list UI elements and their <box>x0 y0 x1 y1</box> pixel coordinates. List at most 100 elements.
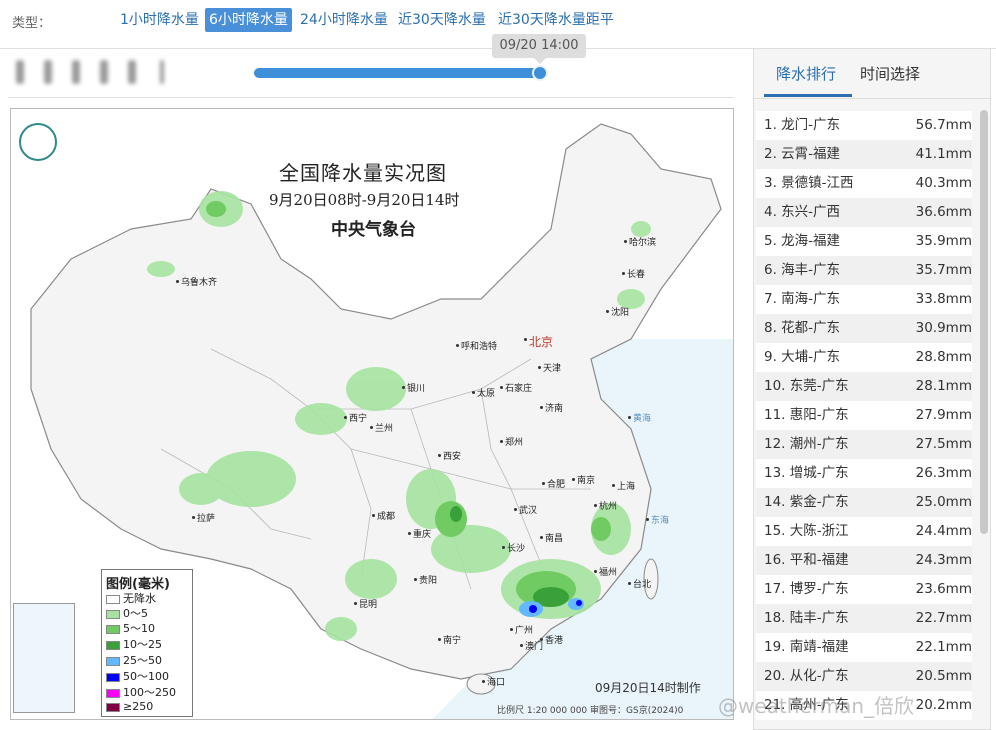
ranking-row: 7. 南海-广东 33.8mm <box>756 285 972 314</box>
city-label: 澳门 <box>519 639 543 652</box>
tab-time-select[interactable]: 时间选择 <box>860 63 920 84</box>
ranking-station: 2. 云霄-福建 <box>764 146 841 162</box>
legend-item: 100～250 <box>106 684 176 700</box>
ranking-station: 5. 龙海-福建 <box>764 233 841 249</box>
ranking-row: 5. 龙海-福建 35.9mm <box>756 227 972 256</box>
city-label: 天津 <box>537 361 561 374</box>
ranking-station: 1. 龙门-广东 <box>764 117 841 133</box>
city-label: 昆明 <box>353 597 377 610</box>
ranking-station: 16. 平和-福建 <box>764 552 849 568</box>
divider <box>754 98 990 99</box>
ranking-value: 20.5mm <box>915 668 972 684</box>
city-label: 哈尔滨 <box>623 235 656 248</box>
ranking-station: 11. 惠阳-广东 <box>764 407 849 423</box>
ranking-value: 40.3mm <box>915 175 972 191</box>
ranking-value: 27.9mm <box>915 407 972 423</box>
city-label: 沈阳 <box>605 305 629 318</box>
legend-item: 50～100 <box>106 668 169 684</box>
ranking-value: 33.8mm <box>915 291 972 307</box>
ranking-row: 19. 南靖-福建 22.1mm <box>756 633 972 662</box>
map-subtitle: 9月20日08时-9月20日14时 <box>269 191 460 209</box>
city-label: 合肥 <box>541 477 565 490</box>
tooltip-arrow <box>534 58 546 64</box>
time-tooltip: 09/20 14:00 <box>492 34 586 58</box>
city-label: 海口 <box>481 675 505 688</box>
map-scale: 比例尺 1:20 000 000 审图号：GS京(2024)0 <box>497 706 684 716</box>
tab-30d-precip[interactable]: 近30天降水量 <box>394 8 490 32</box>
city-label: 北京 <box>523 335 554 349</box>
ranking-station: 9. 大埔-广东 <box>764 349 841 365</box>
city-label: 成都 <box>371 509 395 522</box>
ranking-row: 9. 大埔-广东 28.8mm <box>756 343 972 372</box>
ranking-value: 35.7mm <box>915 262 972 278</box>
ranking-value: 28.1mm <box>915 378 972 394</box>
ranking-value: 27.5mm <box>915 436 972 452</box>
south-china-sea-inset <box>13 603 75 713</box>
ranking-station: 12. 潮州-广东 <box>764 436 849 452</box>
map-made-time: 09月20日14时制作 <box>595 681 701 695</box>
city-label: 南昌 <box>539 531 563 544</box>
ranking-row: 16. 平和-福建 24.3mm <box>756 546 972 575</box>
ranking-value: 26.3mm <box>915 465 972 481</box>
ranking-list[interactable]: 1. 龙门-广东 56.7mm 2. 云霄-福建 41.1mm 3. 景德镇-江西 40.… <box>756 111 974 729</box>
precipitation-map: 全国降水量实况图 9月20日08时-9月20日14时 中央气象台 乌鲁木齐 哈尔… <box>10 108 734 720</box>
ranking-row: 18. 陆丰-广东 22.7mm <box>756 604 972 633</box>
city-label: 拉萨 <box>191 511 215 524</box>
ranking-value: 30.9mm <box>915 320 972 336</box>
city-label: 郑州 <box>499 435 523 448</box>
ranking-station: 10. 东莞-广东 <box>764 378 849 394</box>
city-label: 济南 <box>539 401 563 414</box>
ranking-row: 4. 东兴-广西 36.6mm <box>756 198 972 227</box>
city-label: 南宁 <box>437 633 461 646</box>
city-label: 乌鲁木齐 <box>175 275 217 288</box>
city-label: 重庆 <box>407 527 431 540</box>
tab-6h-precip[interactable]: 6小时降水量 <box>205 8 292 32</box>
ranking-station: 3. 景德镇-江西 <box>764 175 854 191</box>
city-label: 西宁 <box>343 411 367 424</box>
ranking-station: 18. 陆丰-广东 <box>764 610 849 626</box>
city-label: 南京 <box>571 473 595 486</box>
legend-item: ≥250 <box>106 700 153 716</box>
ranking-value: 20.2mm <box>915 697 972 713</box>
ranking-scrollbar[interactable] <box>980 110 988 534</box>
ranking-value: 35.9mm <box>915 233 972 249</box>
ranking-row: 10. 东莞-广东 28.1mm <box>756 372 972 401</box>
ranking-value: 56.7mm <box>915 117 972 133</box>
legend-item: 5～10 <box>106 620 155 636</box>
ranking-row: 6. 海丰-广东 35.7mm <box>756 256 972 285</box>
city-label: 贵阳 <box>413 573 437 586</box>
legend-item: 0～5 <box>106 605 148 621</box>
tab-24h-precip[interactable]: 24小时降水量 <box>296 8 392 32</box>
tab-precip-ranking[interactable]: 降水排行 <box>776 63 836 84</box>
tab-30d-anomaly[interactable]: 近30天降水量距平 <box>494 8 618 32</box>
ranking-station: 6. 海丰-广东 <box>764 262 841 278</box>
ranking-station: 20. 从化-广东 <box>764 668 849 684</box>
city-label: 长沙 <box>501 541 525 554</box>
ranking-station: 4. 东兴-广西 <box>764 204 841 220</box>
type-label: 类型： <box>12 16 52 31</box>
city-label: 西安 <box>437 449 461 462</box>
ranking-station: 14. 紫金-广东 <box>764 494 849 510</box>
ranking-row: 11. 惠阳-广东 27.9mm <box>756 401 972 430</box>
city-label: 长春 <box>621 267 645 280</box>
ranking-row: 20. 从化-广东 20.5mm <box>756 662 972 691</box>
ranking-station: 15. 大陈-浙江 <box>764 523 849 539</box>
ranking-row: 3. 景德镇-江西 40.3mm <box>756 169 972 198</box>
legend-item: 10～25 <box>106 636 162 652</box>
ranking-station: 8. 花都-广东 <box>764 320 841 336</box>
city-label: 台北 <box>627 577 651 590</box>
ranking-value: 23.6mm <box>915 581 972 597</box>
city-label: 杭州 <box>593 499 617 512</box>
city-label: 香港 <box>539 633 563 646</box>
city-label: 武汉 <box>513 503 537 516</box>
ranking-station: 17. 博罗-广东 <box>764 581 849 597</box>
city-label: 石家庄 <box>499 381 532 394</box>
watermark: @weatherman_倍欣 <box>718 694 915 718</box>
right-tabs: 降水排行 时间选择 <box>754 49 990 99</box>
ranking-station: 13. 增城-广东 <box>764 465 849 481</box>
map-legend: 图例(毫米) 无降水 0～5 5～10 10～25 25～50 50～100 1… <box>101 569 193 717</box>
time-slider-handle[interactable] <box>532 65 548 81</box>
tab-1h-precip[interactable]: 1小时降水量 <box>116 8 203 32</box>
time-slider-track[interactable] <box>254 68 542 78</box>
ranking-value: 22.7mm <box>915 610 972 626</box>
